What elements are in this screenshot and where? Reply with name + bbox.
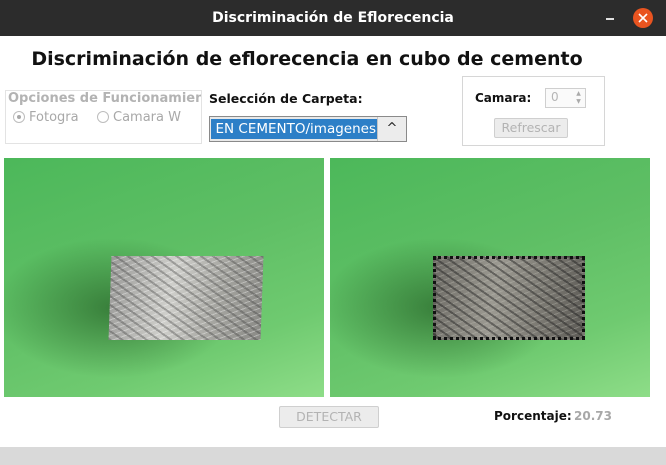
page-title: Discriminación de eflorecencia en cubo d… — [31, 48, 583, 70]
folder-select-value: EN CEMENTO/imagenes — [211, 119, 378, 139]
camera-group: Camara: 0 ▲ ▼ Refrescar — [462, 76, 605, 146]
window-title: Discriminación de Eflorecencia — [212, 10, 454, 26]
camera-spinbox[interactable]: 0 ▲ ▼ — [545, 88, 586, 108]
main-content: Discriminación de eflorecencia en cubo d… — [0, 36, 666, 447]
detect-button[interactable]: DETECTAR — [279, 406, 379, 428]
processed-image — [330, 158, 650, 397]
radio-checked-icon — [13, 111, 25, 123]
radio-unchecked-icon — [97, 111, 109, 123]
original-image — [4, 158, 324, 397]
radio-photo-label: Fotogra — [29, 110, 79, 125]
radio-webcam-label: Camara W — [113, 110, 181, 125]
radio-photo[interactable]: Fotogra — [13, 110, 91, 128]
refresh-button[interactable]: Refrescar — [494, 118, 568, 138]
percentage-label: Porcentaje: — [494, 409, 572, 423]
folder-select-button[interactable]: ^ — [377, 117, 406, 141]
window-titlebar: Discriminación de Eflorecencia — [0, 0, 666, 36]
radio-webcam[interactable]: Camara W — [97, 110, 187, 128]
camera-label: Camara: — [475, 91, 532, 105]
spin-up-icon[interactable]: ▲ — [573, 90, 584, 98]
bottom-bar — [0, 447, 666, 465]
close-button[interactable] — [633, 8, 653, 28]
cement-cube-segmented — [433, 256, 585, 340]
spin-down-icon[interactable]: ▼ — [573, 98, 584, 106]
options-group-label: Opciones de Funcionamient — [8, 91, 201, 106]
operation-options-group: Opciones de Funcionamient Fotogra Camara… — [5, 90, 202, 144]
close-icon — [638, 13, 648, 23]
percentage-value: 20.73 — [574, 409, 612, 423]
folder-select[interactable]: EN CEMENTO/imagenes ^ — [209, 116, 407, 142]
minimize-button[interactable] — [600, 8, 620, 28]
folder-label: Selección de Carpeta: — [209, 91, 363, 106]
camera-spinbox-value: 0 — [551, 90, 559, 104]
cement-cube — [108, 256, 264, 340]
